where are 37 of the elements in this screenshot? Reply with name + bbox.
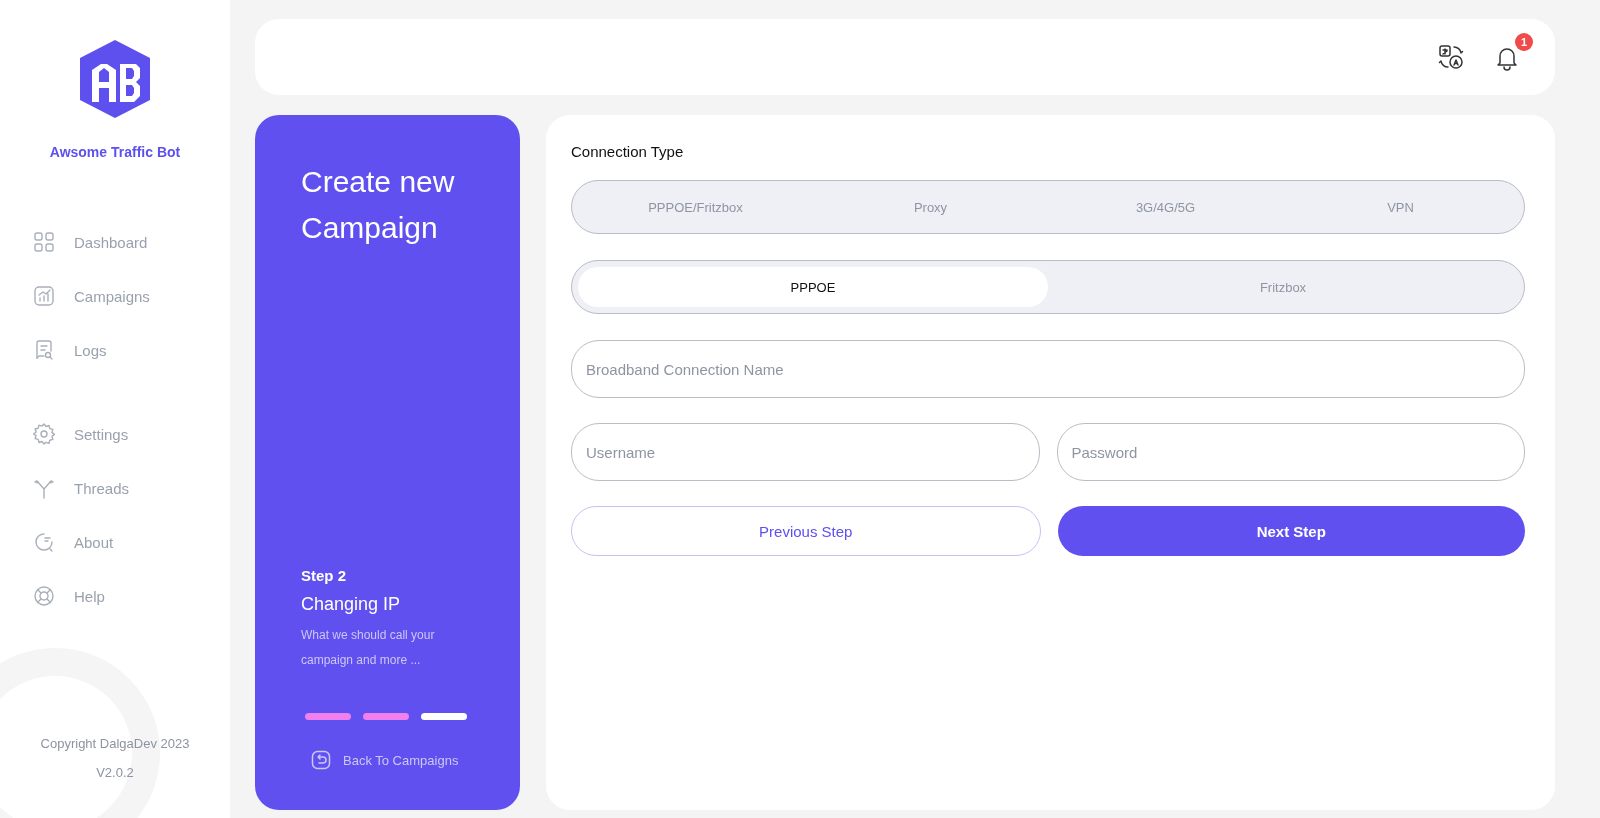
tab[interactable]: Proxy bbox=[813, 187, 1048, 227]
translate-button[interactable] bbox=[1437, 43, 1465, 71]
tab[interactable]: Fritzbox bbox=[1048, 267, 1518, 307]
tab[interactable]: VPN bbox=[1283, 187, 1518, 227]
tab[interactable]: 3G/4G/5G bbox=[1048, 187, 1283, 227]
panel-title: Create new Campaign bbox=[301, 164, 456, 246]
logo-icon bbox=[80, 40, 150, 118]
input-field[interactable]: Broadband Connection Name bbox=[571, 340, 1525, 398]
nav-item[interactable]: Help bbox=[32, 584, 105, 608]
input-field[interactable]: Password bbox=[1056, 423, 1525, 481]
input-field[interactable]: Username bbox=[571, 423, 1040, 481]
back-link[interactable]: Back To Campaigns bbox=[311, 750, 500, 770]
section-label: Connection Type bbox=[571, 143, 685, 160]
step-description: What we should call your campaign and more ... bbox=[301, 627, 436, 669]
return-icon bbox=[311, 750, 331, 770]
nav-item[interactable]: Settings bbox=[32, 422, 129, 446]
nav-item[interactable]: Logs bbox=[32, 338, 107, 362]
notification-badge: 1 bbox=[1515, 33, 1533, 51]
nav-item[interactable]: Threads bbox=[32, 476, 130, 500]
tab[interactable]: PPPOE/Fritzbox bbox=[578, 187, 813, 227]
tab[interactable]: PPPOE bbox=[578, 267, 1048, 307]
nav-item[interactable]: Dashboard bbox=[32, 230, 148, 254]
version-text: V2.0.2 bbox=[96, 765, 134, 780]
about-icon bbox=[32, 530, 56, 554]
next-button[interactable]: Next Step bbox=[1057, 506, 1525, 556]
brand-name: Awsome Traffic Bot bbox=[49, 144, 181, 160]
nav-item[interactable]: About bbox=[32, 530, 114, 554]
translate-icon bbox=[1437, 43, 1465, 71]
gear-icon bbox=[32, 422, 56, 446]
previous-button[interactable]: Previous Step bbox=[571, 506, 1041, 556]
step-number: Step 2 bbox=[301, 567, 347, 584]
chart-icon bbox=[32, 284, 56, 308]
help-icon bbox=[32, 584, 56, 608]
nav-item[interactable]: Campaigns bbox=[32, 284, 150, 308]
copyright-text: Copyright DalgaDev 2023 bbox=[40, 736, 190, 751]
step-title: Changing IP bbox=[301, 594, 402, 615]
grid-icon bbox=[32, 230, 56, 254]
